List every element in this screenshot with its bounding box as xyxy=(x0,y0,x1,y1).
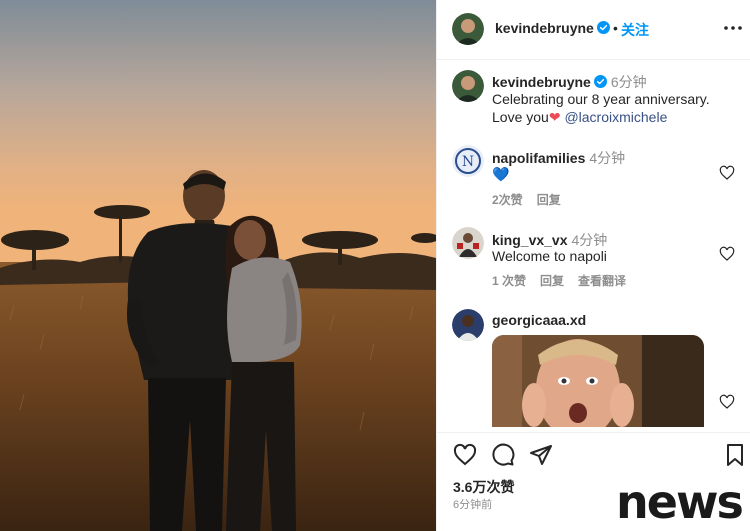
heart-icon[interactable] xyxy=(719,165,735,181)
heart-icon[interactable] xyxy=(453,443,477,467)
comment-avatar[interactable]: N xyxy=(452,145,484,177)
red-heart-icon: ❤ xyxy=(548,109,561,125)
comment-username[interactable]: king_vx_vx xyxy=(492,232,568,248)
comment-time: 4分钟 xyxy=(571,232,608,248)
comment-avatar[interactable] xyxy=(452,309,484,341)
reply-button[interactable]: 回复 xyxy=(540,274,564,288)
post-header: kevindebruyne • 关注 xyxy=(437,0,750,60)
heart-icon[interactable] xyxy=(719,394,735,410)
caption-text: Celebrating our 8 year anniversary. Love… xyxy=(492,90,737,126)
follow-button[interactable]: 关注 xyxy=(621,20,649,40)
likes-count[interactable]: 3.6万次赞 xyxy=(453,477,514,497)
separator-dot: • xyxy=(613,20,618,36)
comment-avatar[interactable] xyxy=(452,227,484,259)
heart-icon[interactable] xyxy=(719,246,735,262)
translate-button[interactable]: 查看翻译 xyxy=(578,274,626,288)
comment-gif-image[interactable] xyxy=(492,335,704,427)
post-time: 6分钟前 xyxy=(453,499,493,511)
verified-badge-icon xyxy=(596,21,610,34)
couple-sunset-image xyxy=(0,0,436,531)
svg-text:N: N xyxy=(462,154,474,170)
caption-love-text: Love you xyxy=(492,109,549,125)
comment-likes[interactable]: 1 次赞 xyxy=(492,274,526,288)
comment-username[interactable]: napolifamilies xyxy=(492,150,585,166)
caption-avatar[interactable] xyxy=(452,70,484,102)
comment-meta: 1 次赞 回复 查看翻译 xyxy=(492,272,640,289)
news-watermark: news xyxy=(616,475,744,529)
mention-link[interactable]: @lacroixmichele xyxy=(564,109,667,125)
comment-username-row: georgicaaa.xd xyxy=(492,312,586,328)
comment-text: Welcome to napoli xyxy=(492,248,607,264)
comment-username-row: napolifamilies 4分钟 xyxy=(492,148,625,168)
author-username[interactable]: kevindebruyne xyxy=(495,20,610,36)
comment-meta: 2次赞 回复 xyxy=(492,191,575,208)
caption-username: kevindebruyne 6分钟 xyxy=(492,72,647,92)
author-avatar[interactable] xyxy=(452,13,484,45)
caption-line-2: Love you❤ @lacroixmichele xyxy=(492,108,737,126)
verified-badge-icon xyxy=(593,75,607,88)
share-icon[interactable] xyxy=(529,443,553,467)
post-photo[interactable] xyxy=(0,0,436,531)
bookmark-icon[interactable] xyxy=(723,443,747,467)
caption-username-text[interactable]: kevindebruyne xyxy=(492,74,591,90)
comment-text: 💙 xyxy=(492,166,510,182)
caption-time: 6分钟 xyxy=(610,74,647,90)
comment-time: 4分钟 xyxy=(589,150,626,166)
author-username-text[interactable]: kevindebruyne xyxy=(495,20,594,36)
comment-icon[interactable] xyxy=(491,443,515,467)
reply-button[interactable]: 回复 xyxy=(537,193,561,207)
comment-username[interactable]: georgicaaa.xd xyxy=(492,312,586,328)
comment-username-row: king_vx_vx 4分钟 xyxy=(492,230,607,250)
caption-line-1: Celebrating our 8 year anniversary. xyxy=(492,91,710,107)
more-icon[interactable] xyxy=(723,18,743,38)
post-sidebar: kevindebruyne • 关注 kevindebruyne 6分钟 Cele… xyxy=(436,0,750,531)
home-alone-face-gif xyxy=(492,335,704,427)
comment-likes[interactable]: 2次赞 xyxy=(492,193,523,207)
